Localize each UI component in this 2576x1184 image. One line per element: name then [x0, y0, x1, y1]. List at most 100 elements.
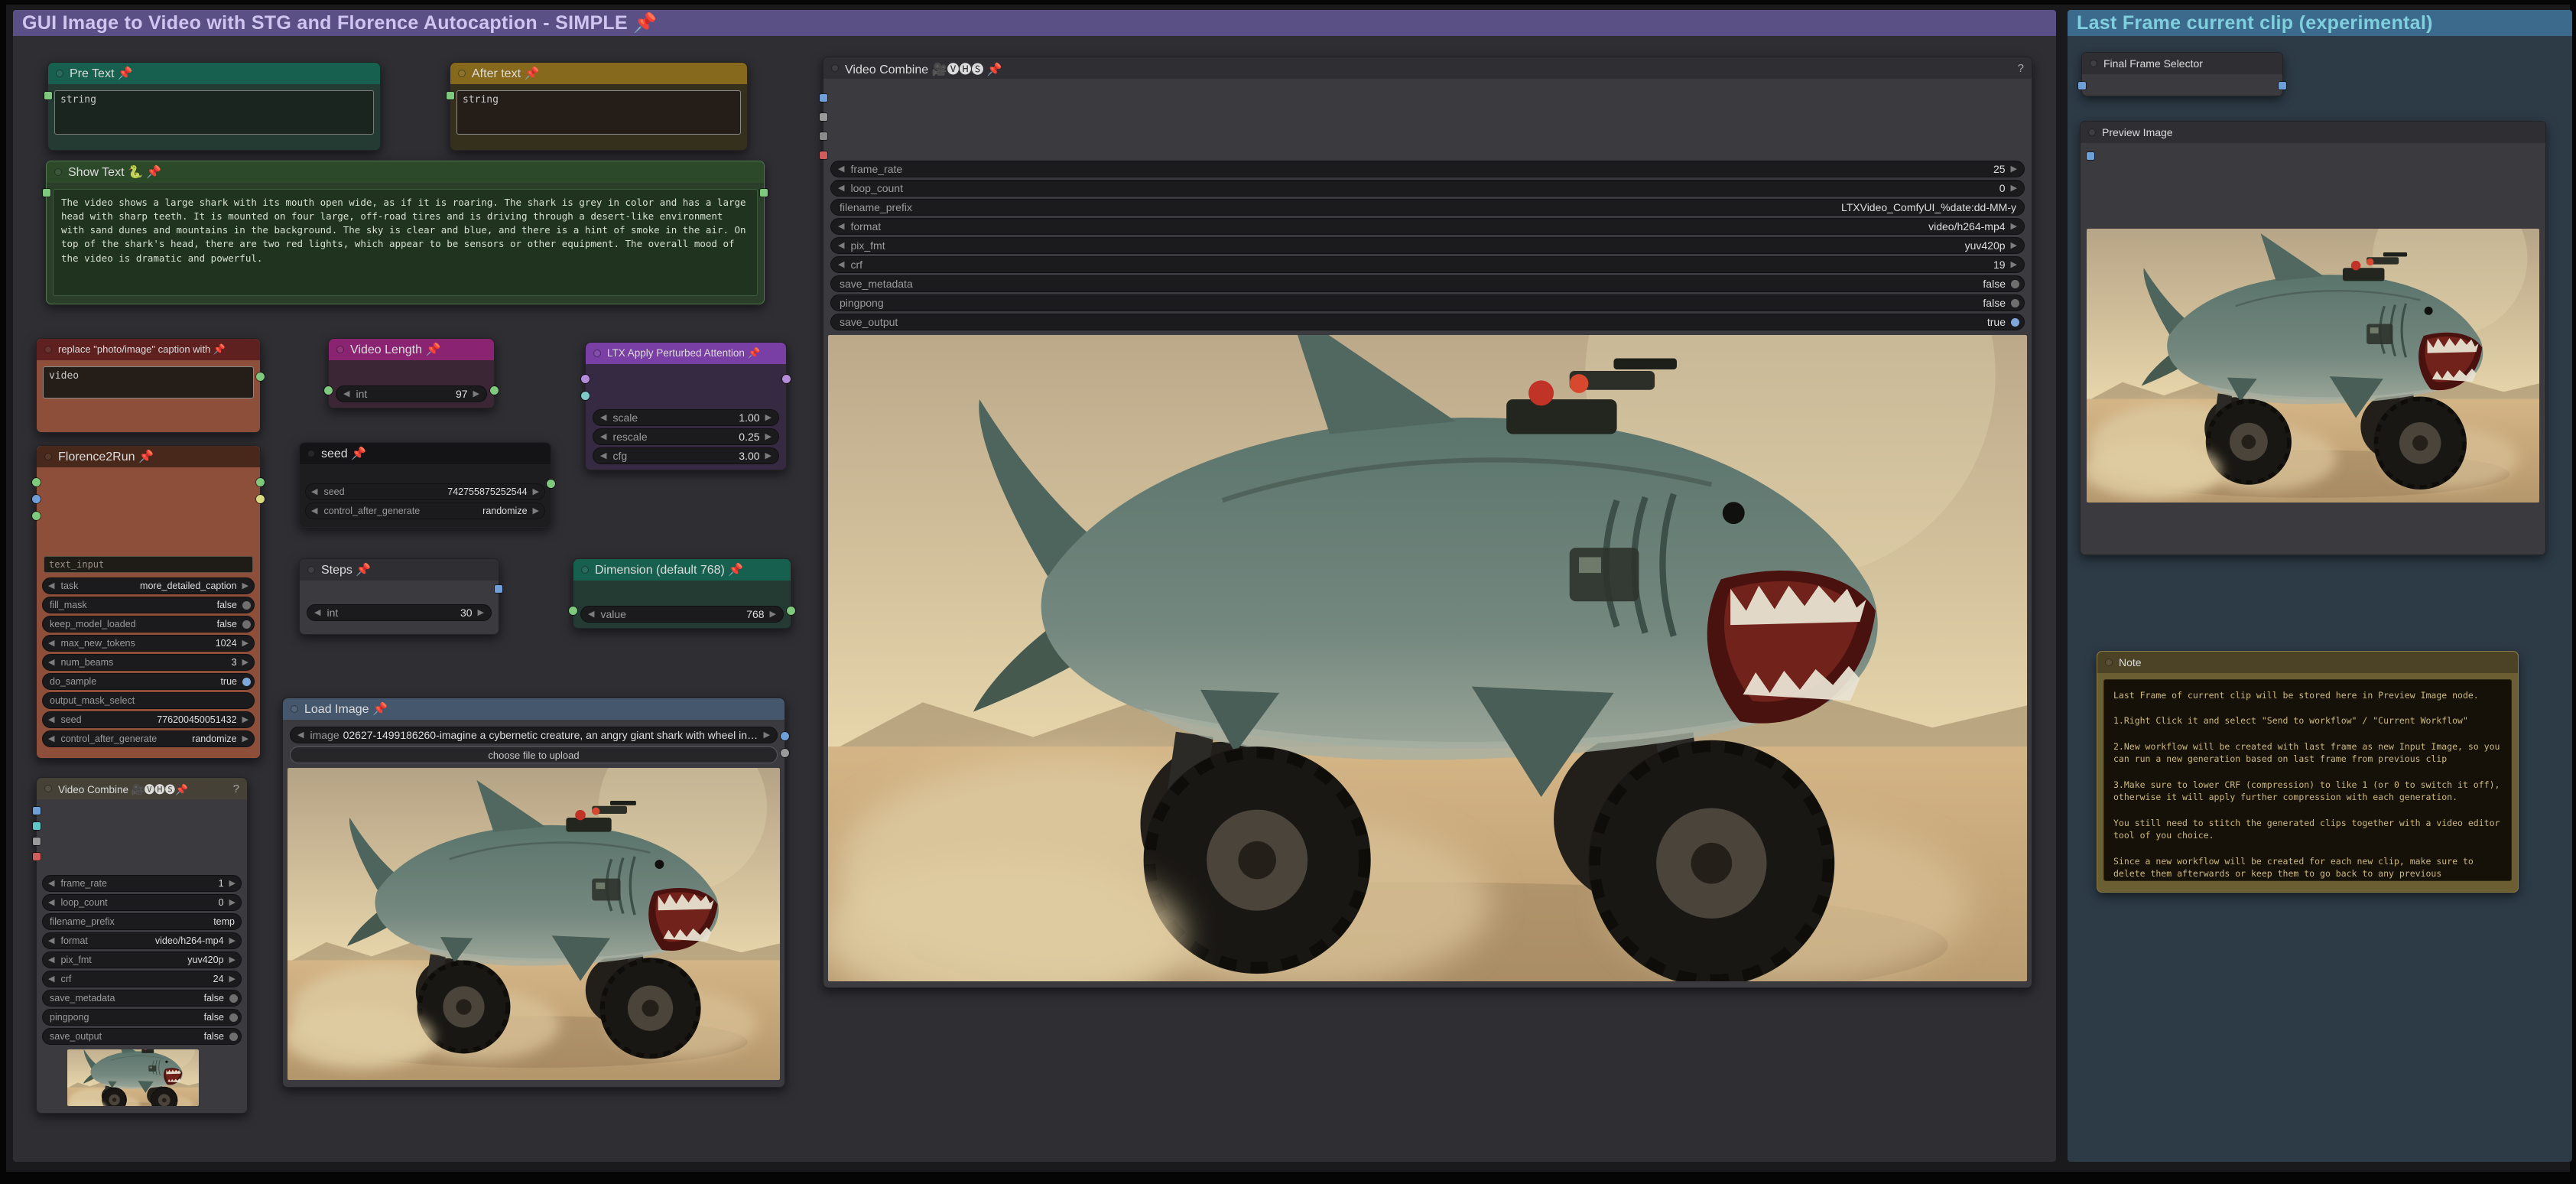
increment-arrow-icon[interactable]: ▶: [227, 937, 238, 945]
widget-frame_rate[interactable]: ◀frame_rate1▶: [42, 875, 242, 892]
node-replace-caption-header[interactable]: replace "photo/image" caption with 📌: [37, 339, 260, 360]
increment-arrow-icon[interactable]: ▶: [763, 433, 774, 441]
widget-loop_count[interactable]: ◀loop_count0▶: [830, 180, 2025, 197]
increment-arrow-icon[interactable]: ▶: [240, 735, 251, 743]
increment-arrow-icon[interactable]: ▶: [227, 880, 238, 888]
widget-filename_prefix[interactable]: filename_prefixtemp: [42, 913, 242, 930]
widget-pingpong[interactable]: pingpongfalse: [42, 1009, 242, 1026]
florence-text-input[interactable]: text_input: [44, 556, 253, 573]
collapse-toggle-icon[interactable]: [44, 785, 52, 792]
input-slot-dot[interactable]: [820, 151, 827, 159]
output-slot-dot[interactable]: [256, 495, 265, 503]
widget-save_metadata[interactable]: save_metadatafalse: [42, 990, 242, 1007]
node-final-frame-header[interactable]: Final Frame Selector: [2082, 53, 2282, 74]
node-video-combine-large-header[interactable]: Video Combine 🎥🅥🅗🅢 📌 ?: [823, 57, 2032, 79]
decrement-arrow-icon[interactable]: ◀: [46, 582, 57, 590]
output-slot-dot[interactable]: [781, 732, 789, 740]
widget-format[interactable]: ◀formatvideo/h264-mp4▶: [830, 218, 2025, 235]
help-icon[interactable]: ?: [229, 782, 239, 795]
node-steps-header[interactable]: Steps 📌: [300, 559, 499, 581]
widget-crf[interactable]: ◀crf19▶: [830, 256, 2025, 273]
input-slot-dot[interactable]: [32, 478, 41, 486]
toggle-dot[interactable]: [2011, 299, 2019, 307]
widget-pingpong[interactable]: pingpongfalse: [830, 294, 2025, 311]
collapse-toggle-icon[interactable]: [307, 450, 315, 457]
widget-max_new_tokens[interactable]: ◀max_new_tokens1024▶: [42, 635, 255, 652]
decrement-arrow-icon[interactable]: ◀: [586, 610, 596, 619]
pre-text-input[interactable]: string: [54, 90, 374, 135]
node-after-text[interactable]: After text 📌 string: [450, 62, 748, 151]
upload-button[interactable]: choose file to upload: [290, 747, 778, 763]
increment-arrow-icon[interactable]: ▶: [763, 452, 774, 460]
input-slot-dot[interactable]: [33, 853, 41, 860]
increment-arrow-icon[interactable]: ▶: [227, 975, 238, 984]
decrement-arrow-icon[interactable]: ◀: [46, 735, 57, 743]
node-note-header[interactable]: Note: [2097, 652, 2518, 673]
input-slot-dot[interactable]: [569, 607, 577, 615]
output-slot-dot[interactable]: [256, 372, 265, 381]
help-icon[interactable]: ?: [2013, 62, 2024, 75]
widget-control_after_generate[interactable]: ◀control_after_generaterandomize▶: [305, 503, 545, 519]
video-preview[interactable]: [828, 335, 2027, 981]
widget-loop_count[interactable]: ◀loop_count0▶: [42, 894, 242, 911]
node-video-combine-large[interactable]: Video Combine 🎥🅥🅗🅢 📌 ? ◀frame_rate25▶◀lo…: [823, 57, 2032, 988]
decrement-arrow-icon[interactable]: ◀: [312, 609, 323, 617]
widget-scale[interactable]: ◀scale1.00▶: [593, 409, 779, 426]
increment-arrow-icon[interactable]: ▶: [2009, 242, 2019, 250]
node-final-frame-selector[interactable]: Final Frame Selector: [2081, 52, 2283, 96]
toggle-dot[interactable]: [229, 1013, 238, 1022]
after-text-input[interactable]: string: [456, 90, 741, 135]
toggle-dot[interactable]: [2011, 280, 2019, 288]
output-slot-dot[interactable]: [782, 375, 791, 383]
decrement-arrow-icon[interactable]: ◀: [836, 223, 846, 231]
toggle-dot[interactable]: [242, 601, 251, 610]
input-slot-dot[interactable]: [33, 807, 41, 815]
decrement-arrow-icon[interactable]: ◀: [836, 165, 846, 174]
input-slot-dot[interactable]: [581, 392, 590, 400]
output-slot-dot[interactable]: [760, 189, 768, 197]
node-show-text[interactable]: Show Text 🐍 📌 The video shows a large sh…: [46, 161, 765, 304]
toggle-dot[interactable]: [2011, 318, 2019, 327]
collapse-toggle-icon[interactable]: [307, 566, 315, 574]
input-slot-dot[interactable]: [820, 113, 827, 121]
node-load-image[interactable]: Load Image 📌 ◀image02627-1499186260-imag…: [282, 698, 785, 1088]
node-preview-image[interactable]: Preview Image: [2080, 121, 2546, 555]
increment-arrow-icon[interactable]: ▶: [476, 609, 486, 617]
widget-save_output[interactable]: save_outputtrue: [830, 314, 2025, 330]
output-slot-dot[interactable]: [787, 607, 795, 615]
decrement-arrow-icon[interactable]: ◀: [295, 731, 306, 740]
decrement-arrow-icon[interactable]: ◀: [46, 659, 57, 667]
collapse-toggle-icon[interactable]: [44, 453, 52, 460]
node-seed[interactable]: seed 📌 ◀seed742755875252544▶◀control_aft…: [299, 442, 551, 528]
widget-keep_model_loaded[interactable]: keep_model_loadedfalse: [42, 616, 255, 633]
node-steps[interactable]: Steps 📌 ◀int30▶: [299, 558, 499, 635]
node-video-length-header[interactable]: Video Length 📌: [329, 339, 494, 360]
widget-pix_fmt[interactable]: ◀pix_fmtyuv420p▶: [830, 237, 2025, 254]
node-dimension-header[interactable]: Dimension (default 768) 📌: [573, 559, 791, 581]
decrement-arrow-icon[interactable]: ◀: [598, 452, 609, 460]
toggle-dot[interactable]: [242, 620, 251, 629]
decrement-arrow-icon[interactable]: ◀: [598, 414, 609, 422]
increment-arrow-icon[interactable]: ▶: [240, 716, 251, 724]
group-main-header[interactable]: GUI Image to Video with STG and Florence…: [13, 10, 2056, 36]
node-load-image-header[interactable]: Load Image 📌: [283, 698, 784, 720]
decrement-arrow-icon[interactable]: ◀: [309, 488, 320, 496]
input-slot-dot[interactable]: [581, 375, 590, 383]
node-after-text-header[interactable]: After text 📌: [450, 63, 747, 84]
widget-crf[interactable]: ◀crf24▶: [42, 971, 242, 987]
node-dimension[interactable]: Dimension (default 768) 📌 ◀value768▶: [573, 558, 791, 629]
widget-control_after_generate[interactable]: ◀control_after_generaterandomize▶: [42, 730, 255, 747]
decrement-arrow-icon[interactable]: ◀: [46, 899, 57, 907]
widget-fill_mask[interactable]: fill_maskfalse: [42, 597, 255, 613]
widget-seed[interactable]: ◀seed742755875252544▶: [305, 483, 545, 500]
increment-arrow-icon[interactable]: ▶: [240, 659, 251, 667]
replace-caption-input[interactable]: video: [43, 366, 254, 398]
node-ltx-apply-perturbed-attention[interactable]: LTX Apply Perturbed Attention 📌 ◀scale1.…: [585, 342, 787, 470]
input-slot-dot[interactable]: [2078, 82, 2086, 89]
collapse-toggle-icon[interactable]: [2088, 128, 2096, 136]
collapse-toggle-icon[interactable]: [44, 346, 52, 353]
input-slot-dot[interactable]: [2087, 152, 2094, 160]
decrement-arrow-icon[interactable]: ◀: [598, 433, 609, 441]
node-florence-header[interactable]: Florence2Run 📌: [37, 446, 260, 467]
decrement-arrow-icon[interactable]: ◀: [836, 184, 846, 193]
